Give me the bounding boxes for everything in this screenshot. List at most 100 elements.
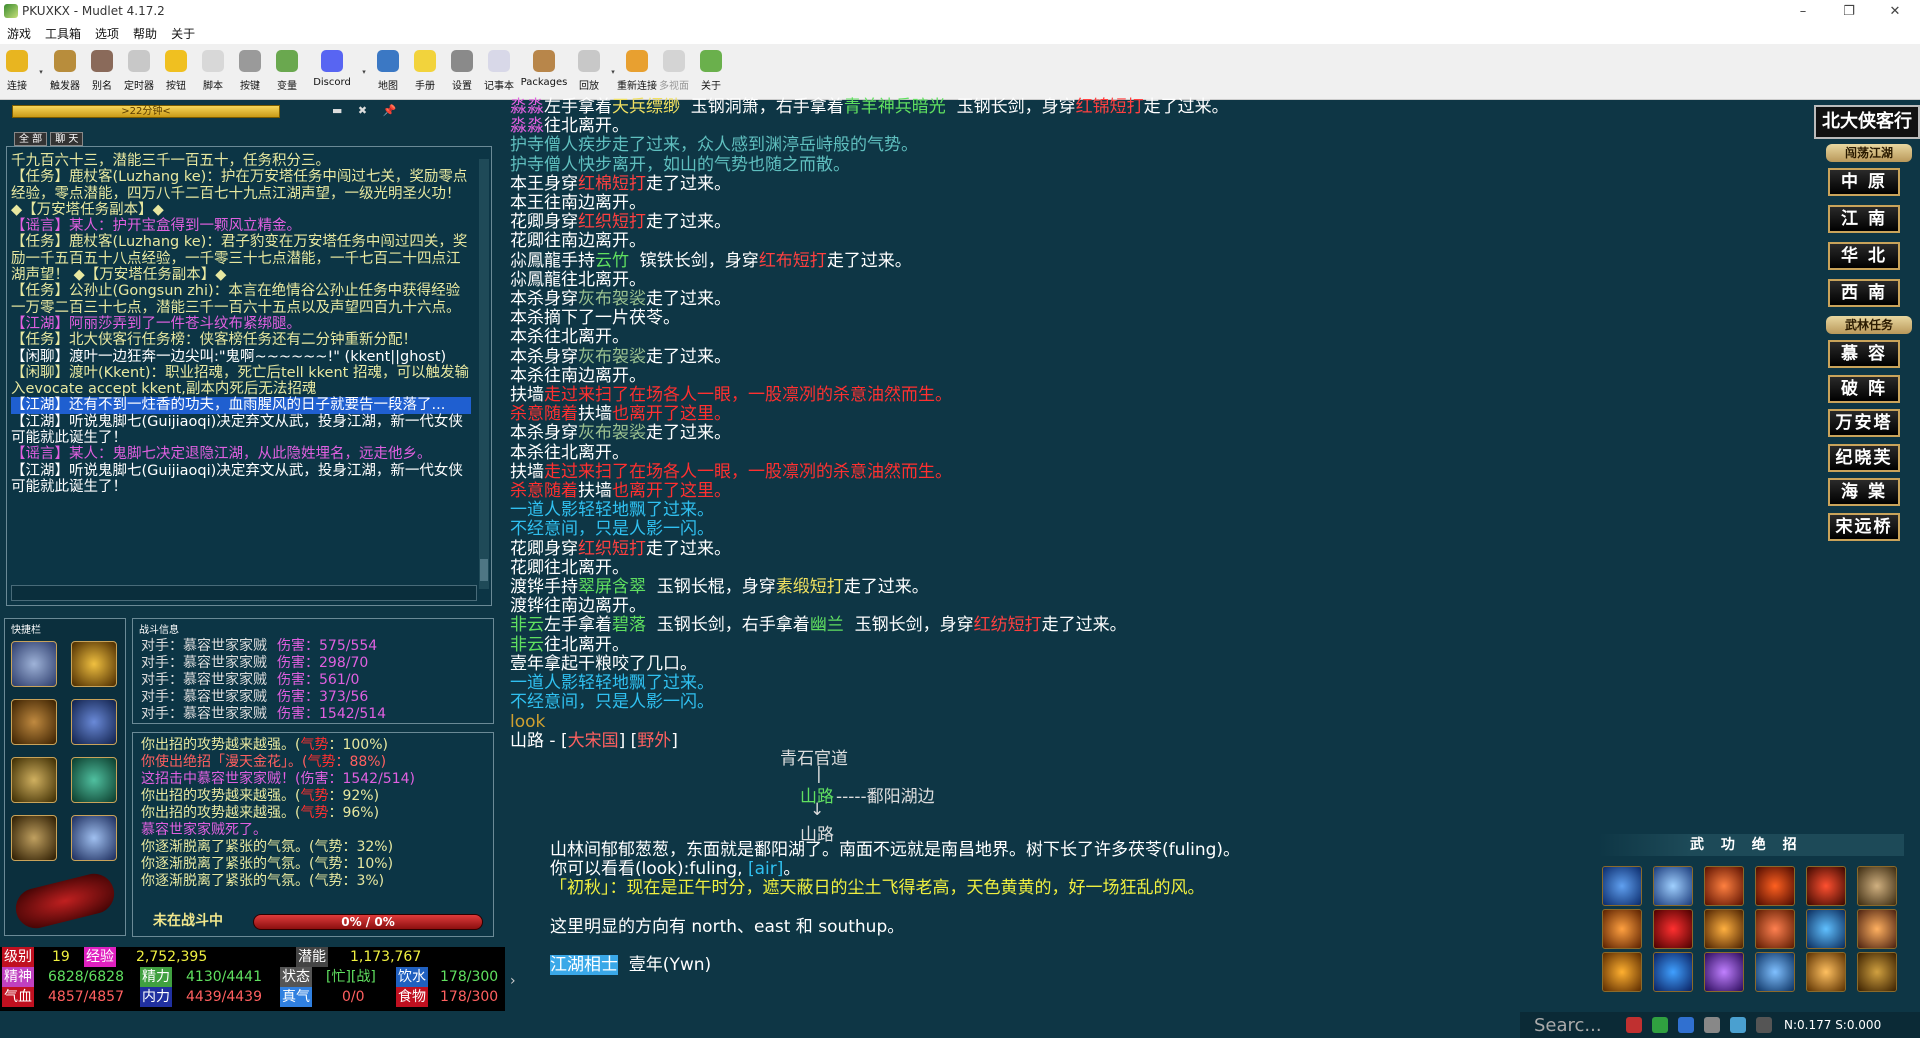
quick-skill-3-icon[interactable] <box>11 699 57 745</box>
toolbar-trigger-button[interactable]: 触发器 <box>48 44 82 98</box>
quick-skill-6-icon[interactable] <box>71 757 117 803</box>
menu-options[interactable]: 选项 <box>88 25 126 42</box>
martial-skill-1-icon[interactable] <box>1602 866 1642 906</box>
output-line-segment: 红锦短打 <box>1075 97 1144 117</box>
toolbar-dropdown-arrow[interactable]: ▾ <box>609 44 617 98</box>
toolbar-timer-button[interactable]: 定时器 <box>122 44 156 98</box>
chat-scrollbar[interactable] <box>479 159 489 589</box>
output-line-segment: 本杀身穿 <box>510 289 578 310</box>
martial-skill-3-icon[interactable] <box>1704 866 1744 906</box>
toolbar-reconnect-button[interactable]: 重新连接 <box>617 44 657 98</box>
tab-all[interactable]: 全 部 <box>14 132 48 146</box>
search-field[interactable]: Searc... <box>1534 1015 1626 1036</box>
battle-damage-label: 伤害： <box>277 689 319 705</box>
output-line-segment: 灰布袈裟 <box>578 423 646 444</box>
fight-text: 这招击中慕容世家家贼！(伤害：1542/514) <box>141 771 415 787</box>
toolbar-discord-button[interactable]: Discord <box>307 44 357 98</box>
toolbar-dropdown-arrow[interactable]: ▾ <box>360 44 368 98</box>
tab-chat[interactable]: 聊 天 <box>50 132 84 146</box>
martial-skill-4-icon[interactable] <box>1755 866 1795 906</box>
chat-input[interactable] <box>11 585 477 601</box>
output-line: 花卿往北离开。 <box>510 558 1810 578</box>
quick-skill-4-icon[interactable] <box>71 699 117 745</box>
toolbar-keys-button[interactable]: 按键 <box>233 44 267 98</box>
mission-button[interactable]: 宋远桥 <box>1828 512 1900 541</box>
mission-button[interactable]: 慕 容 <box>1828 340 1900 368</box>
battle-info-panel: 战斗信息 对手：慕容世家家贼 伤害：575/554 对手：慕容世家家贼 伤害：298/… <box>132 618 494 724</box>
fight-line: 你逐渐脱离了紧张的气氛。(气势：10%) <box>141 856 485 873</box>
toolbar-settings-button[interactable]: 设置 <box>445 44 479 98</box>
tray-info-icon[interactable] <box>1678 1017 1694 1033</box>
tray-settings-icon[interactable] <box>1704 1017 1720 1033</box>
toolbar-variables-button[interactable]: 变量 <box>270 44 304 98</box>
region-button[interactable]: 江 南 <box>1828 205 1900 233</box>
output-line-segment: 玉钢长剑，身穿 <box>843 615 974 636</box>
mission-button[interactable]: 纪晓芙 <box>1828 443 1900 472</box>
menu-game[interactable]: 游戏 <box>0 25 38 42</box>
keys-icon <box>239 50 261 72</box>
battle-row: 对手：慕容世家家贼 伤害：561/0 <box>133 672 493 689</box>
tray-window-icon[interactable] <box>1730 1017 1746 1033</box>
martial-skill-5-icon[interactable] <box>1806 866 1846 906</box>
output-line-segment: 走过来扫了在场各人一眼，一股凛冽的杀意油然而生。 <box>544 461 952 482</box>
close-button[interactable]: ✕ <box>1872 0 1918 22</box>
martial-skill-15-icon[interactable] <box>1704 952 1744 992</box>
menu-toolbox[interactable]: 工具箱 <box>38 25 88 42</box>
description-line: 这里明显的方向有 north、east 和 southup。 <box>550 917 1240 937</box>
toolbar-dropdown-arrow[interactable]: ▾ <box>37 44 45 98</box>
quick-skill-8-icon[interactable] <box>71 815 117 861</box>
quick-skill-5-icon[interactable] <box>11 757 57 803</box>
region-button[interactable]: 中 原 <box>1828 168 1900 196</box>
martial-skill-2-icon[interactable] <box>1653 866 1693 906</box>
minimize-button[interactable]: – <box>1780 0 1826 22</box>
martial-skill-17-icon[interactable] <box>1806 952 1846 992</box>
output-line-segment: 青羊神兵暗光 <box>843 97 946 117</box>
status-more-arrow[interactable]: › <box>510 971 516 991</box>
battle-damage-value: 575/554 <box>319 638 378 654</box>
toolbar-notepad-button[interactable]: 记事本 <box>482 44 516 98</box>
tray-record-icon[interactable] <box>1756 1017 1772 1033</box>
mission-button[interactable]: 破 阵 <box>1828 374 1900 403</box>
martial-skill-10-icon[interactable] <box>1755 909 1795 949</box>
martial-skill-7-icon[interactable] <box>1602 909 1642 949</box>
martial-skill-16-icon[interactable] <box>1755 952 1795 992</box>
toolbar-script-button[interactable]: 脚本 <box>196 44 230 98</box>
toolbar-about-button[interactable]: 关于 <box>694 44 728 98</box>
martial-skill-12-icon[interactable] <box>1857 909 1897 949</box>
mission-button[interactable]: 海 棠 <box>1828 478 1900 506</box>
toolbar-packages-button[interactable]: Packages <box>519 44 569 98</box>
timer-controls[interactable]: ▬ ✖ 📌 <box>332 104 402 117</box>
martial-skill-13-icon[interactable] <box>1602 952 1642 992</box>
toolbar-multiview-button[interactable]: 多视面 <box>657 44 691 98</box>
map-icon <box>377 50 399 72</box>
toolbar-button-button[interactable]: 按钮 <box>159 44 193 98</box>
martial-skill-11-icon[interactable] <box>1806 909 1846 949</box>
martial-skill-6-icon[interactable] <box>1857 866 1897 906</box>
output-line: 扶墙走过来扫了在场各人一眼，一股凛冽的杀意油然而生。 <box>510 461 1810 482</box>
chat-line: 【谣言】某人：护开宝盒得到一颗风立精金。 <box>11 218 301 235</box>
hp-label: 气血 <box>2 987 34 1007</box>
toolbar-manual-button[interactable]: 手册 <box>408 44 442 98</box>
region-button[interactable]: 华 北 <box>1828 242 1900 270</box>
toolbar-alias-button[interactable]: 别名 <box>85 44 119 98</box>
quick-skill-1-icon[interactable] <box>11 641 57 687</box>
mission-button[interactable]: 万安塔 <box>1828 409 1900 437</box>
tray-alert-icon[interactable] <box>1626 1017 1642 1033</box>
description-line-segment: 你可以看看(look):fuling, <box>550 859 748 880</box>
toolbar-map-button[interactable]: 地图 <box>371 44 405 98</box>
scroll-thumb[interactable] <box>480 559 488 581</box>
quick-skill-7-icon[interactable] <box>11 815 57 861</box>
martial-skill-8-icon[interactable] <box>1653 909 1693 949</box>
menu-about[interactable]: 关于 <box>164 25 202 42</box>
toolbar-connect-button[interactable]: 连接 <box>0 44 34 98</box>
toolbar-replay-button[interactable]: 回放 <box>572 44 606 98</box>
quick-skill-2-icon[interactable] <box>71 641 117 687</box>
martial-skill-9-icon[interactable] <box>1704 909 1744 949</box>
martial-skill-14-icon[interactable] <box>1653 952 1693 992</box>
menu-help[interactable]: 帮助 <box>126 25 164 42</box>
tray-ok-icon[interactable] <box>1652 1017 1668 1033</box>
maximize-button[interactable]: ❐ <box>1826 0 1872 22</box>
region-button[interactable]: 西 南 <box>1828 279 1900 307</box>
martial-skill-18-icon[interactable] <box>1857 952 1897 992</box>
output-line: 一道人影轻轻地飘了过来。 <box>510 673 1810 693</box>
